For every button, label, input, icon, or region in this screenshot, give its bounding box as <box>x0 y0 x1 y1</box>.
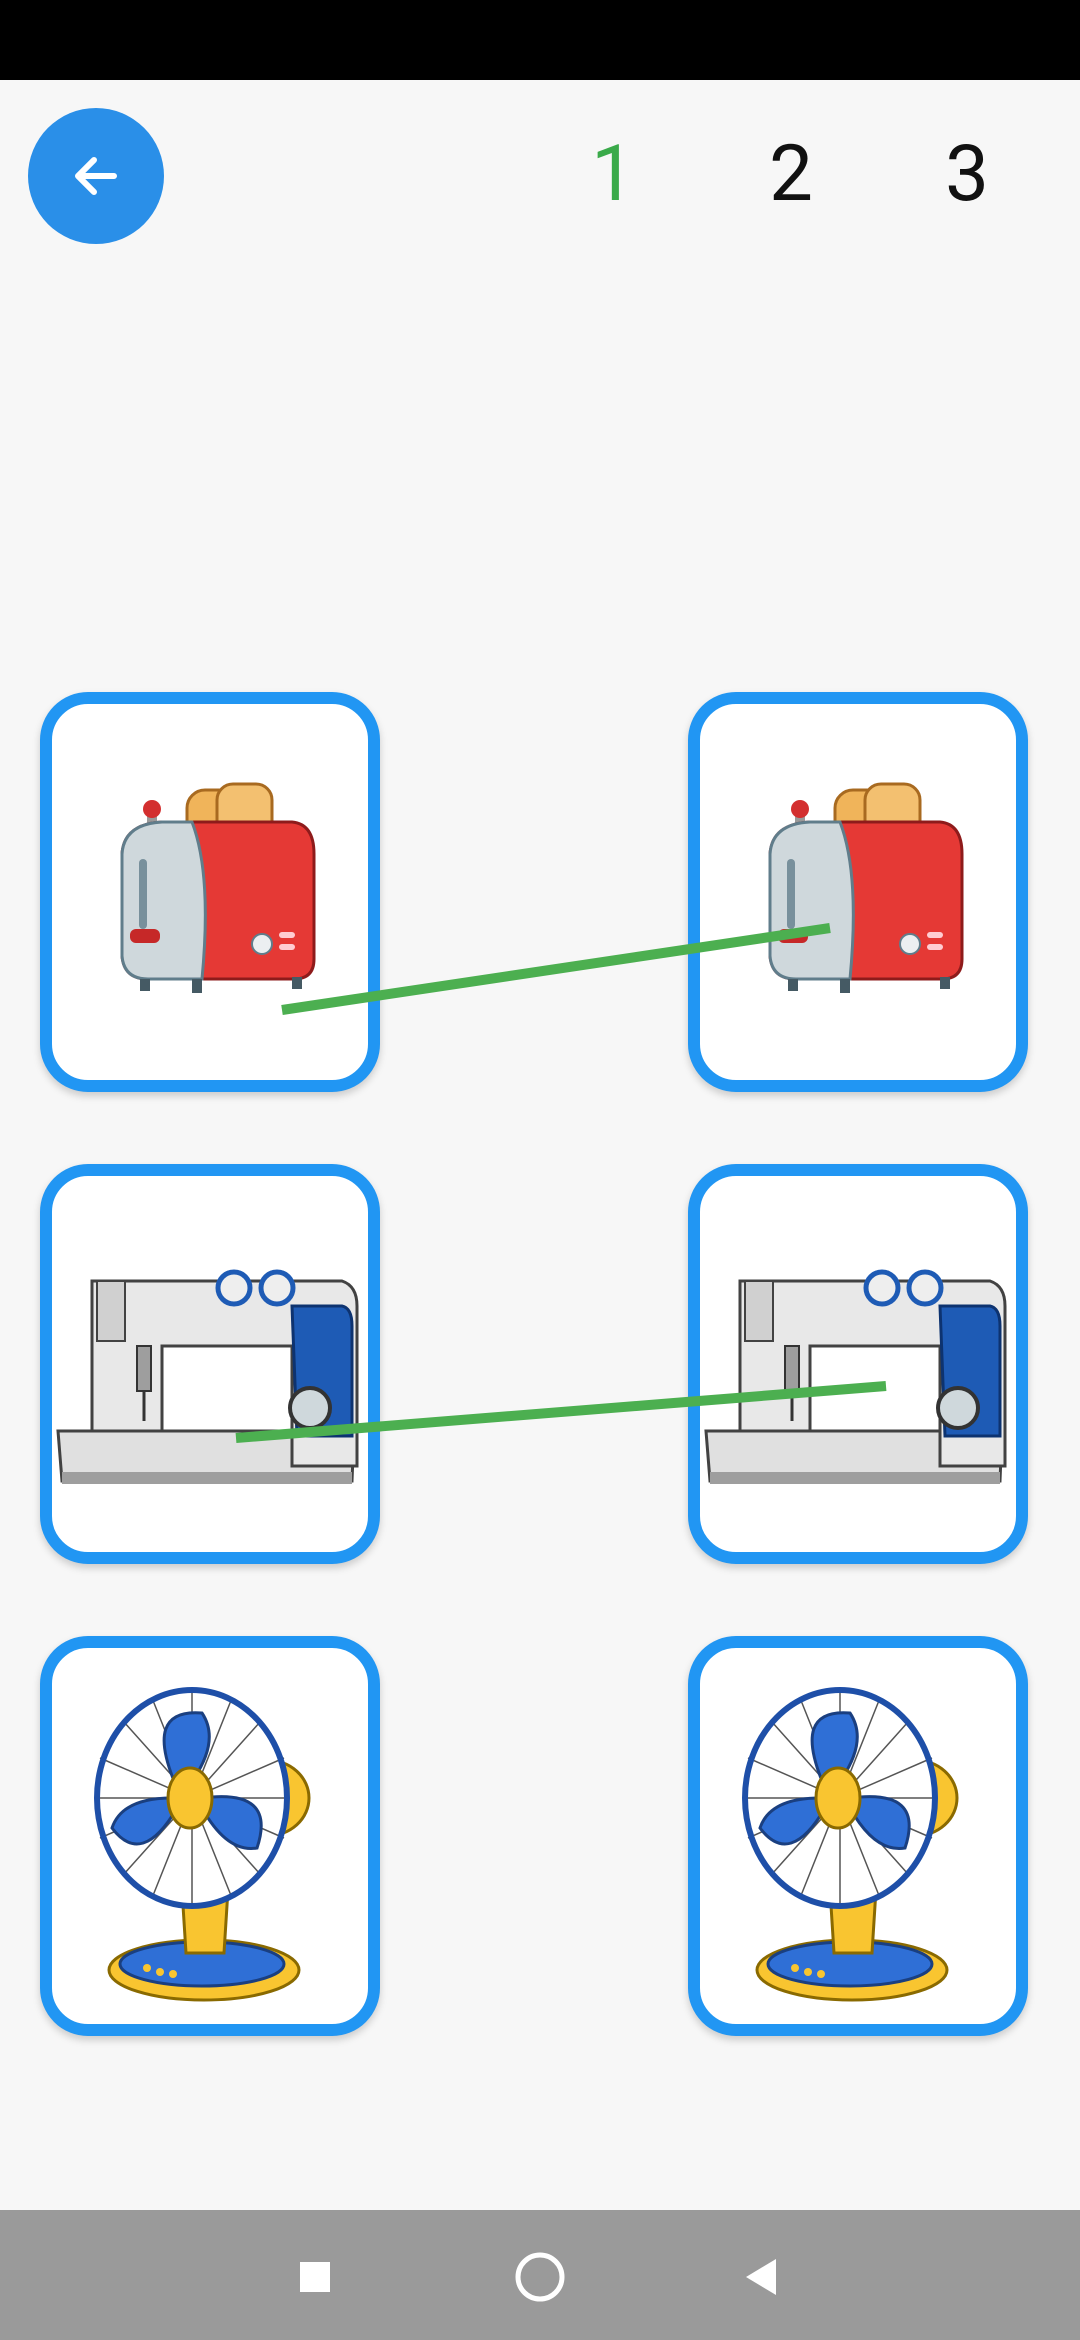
card-right-fan[interactable] <box>688 1636 1028 2036</box>
recents-square-icon <box>300 2262 330 2292</box>
home-button[interactable] <box>495 2232 585 2322</box>
electric-fan-icon <box>700 1648 1016 2024</box>
sewing-machine-icon <box>700 1176 1016 1552</box>
level-selector: 1 2 3 <box>0 120 1080 230</box>
card-left-toaster[interactable] <box>40 692 380 1092</box>
system-nav-bar <box>0 2210 1080 2340</box>
level-1[interactable]: 1 <box>568 120 658 230</box>
nav-back-button[interactable] <box>715 2232 805 2322</box>
level-3[interactable]: 3 <box>922 120 1012 230</box>
home-circle-icon <box>515 2252 565 2302</box>
back-triangle-icon <box>746 2259 776 2295</box>
recents-button[interactable] <box>270 2232 360 2322</box>
level-2[interactable]: 2 <box>746 120 836 230</box>
status-bar <box>0 0 1080 80</box>
card-left-fan[interactable] <box>40 1636 380 2036</box>
sewing-machine-icon <box>52 1176 368 1552</box>
toaster-icon <box>52 704 368 1080</box>
toaster-icon <box>700 704 1016 1080</box>
card-right-toaster[interactable] <box>688 692 1028 1092</box>
card-left-sewing-machine[interactable] <box>40 1164 380 1564</box>
card-right-sewing-machine[interactable] <box>688 1164 1028 1564</box>
electric-fan-icon <box>52 1648 368 2024</box>
